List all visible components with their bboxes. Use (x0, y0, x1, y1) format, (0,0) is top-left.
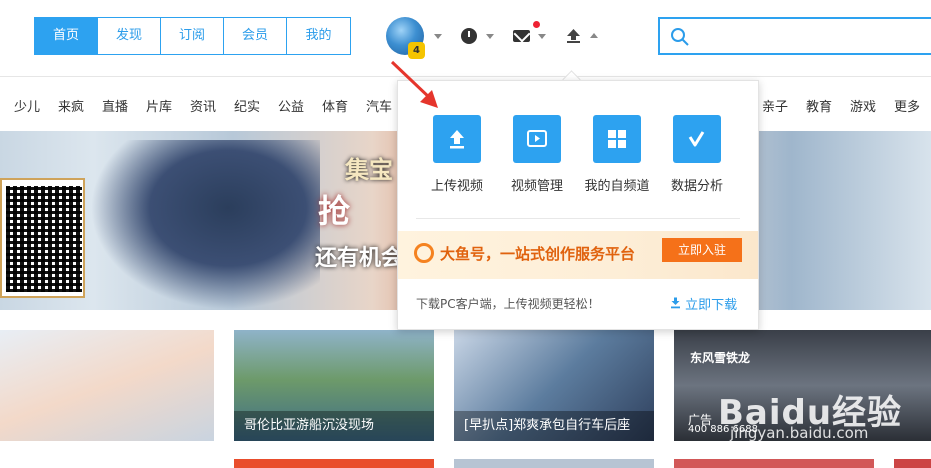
dayuhao-promo[interactable]: 大鱼号，一站式创作服务平台 立即入驻 (398, 231, 758, 279)
video-thumbnail-row2-1[interactable] (234, 459, 434, 468)
qr-code (0, 178, 85, 298)
download-icon (671, 297, 680, 309)
data-analysis-label: 数据分析 (670, 179, 723, 194)
category-kids[interactable]: 少儿 (14, 96, 40, 115)
category-live[interactable]: 直播 (102, 96, 128, 115)
nav-tab-mine[interactable]: 我的 (287, 18, 350, 54)
annotation-arrow-icon (390, 60, 438, 108)
video-thumbnail-3[interactable]: [早扒点]郑爽承包自行车后座 (454, 330, 654, 441)
video-manage-icon (513, 115, 561, 163)
notification-dot-icon (533, 21, 540, 28)
category-documentary[interactable]: 纪实 (234, 96, 260, 115)
video-caption-2[interactable]: 哥伦比亚游船沉没现场 (234, 411, 434, 441)
banner-archer-figure (90, 140, 320, 310)
category-charity[interactable]: 公益 (278, 96, 304, 115)
upload-video-label: 上传视频 (430, 179, 483, 194)
video-thumbnail-row2-2[interactable] (454, 459, 654, 468)
join-now-button[interactable]: 立即入驻 (662, 238, 742, 262)
nav-tab-discover[interactable]: 发现 (98, 18, 161, 54)
promo-text: 大鱼号，一站式创作服务平台 (440, 245, 636, 263)
popup-divider (416, 218, 740, 219)
category-more[interactable]: 更多 (894, 96, 920, 115)
channel-icon (593, 115, 641, 163)
video-caption-3[interactable]: [早扒点]郑爽承包自行车后座 (454, 411, 654, 441)
banner-headline: 抢 (318, 192, 351, 230)
video-thumbnail-row2-3[interactable] (674, 459, 874, 468)
vip-level-badge: 4 (408, 42, 425, 59)
search-box[interactable] (658, 17, 931, 55)
banner-title: 集宝 (345, 156, 393, 184)
video-manage-button[interactable]: 视频管理 (492, 115, 582, 194)
ad-brand-label: 东风雪铁龙 (690, 351, 751, 365)
message-dropdown-caret-icon[interactable] (538, 34, 546, 39)
analytics-icon (673, 115, 721, 163)
category-education[interactable]: 教育 (806, 96, 832, 115)
banner-subtitle: 还有机会 (315, 246, 404, 271)
upload-dropdown-menu: 上传视频 视频管理 我的自频道 数据分析 大鱼号，一站式创作服务平台 立即入驻 … (397, 80, 759, 330)
main-nav-tabs: 首页 发现 订阅 会员 我的 (34, 17, 351, 55)
avatar-dropdown-caret-icon[interactable] (434, 34, 442, 39)
nav-tab-subscribe[interactable]: 订阅 (161, 18, 224, 54)
category-games[interactable]: 游戏 (850, 96, 876, 115)
download-now-label: 立即下载 (685, 298, 738, 313)
video-thumbnail-row2-4[interactable] (894, 459, 931, 468)
nav-tab-vip[interactable]: 会员 (224, 18, 287, 54)
video-thumbnail-2[interactable]: 哥伦比亚游船沉没现场 (234, 330, 434, 441)
category-sports[interactable]: 体育 (322, 96, 348, 115)
search-icon[interactable] (670, 27, 690, 47)
upload-menu-icon[interactable] (566, 28, 581, 44)
my-channel-button[interactable]: 我的自频道 (572, 115, 662, 194)
data-analysis-button[interactable]: 数据分析 (652, 115, 742, 194)
video-manage-label: 视频管理 (510, 179, 563, 194)
top-bar: 首页 发现 订阅 会员 我的 4 (0, 0, 931, 77)
video-thumbnail-1[interactable] (0, 330, 214, 441)
history-clock-icon[interactable] (461, 28, 477, 44)
dayuhao-logo-icon (414, 243, 434, 263)
history-dropdown-caret-icon[interactable] (486, 34, 494, 39)
search-input[interactable] (698, 25, 922, 49)
category-laifeng[interactable]: 来疯 (58, 96, 84, 115)
category-parenting[interactable]: 亲子 (762, 96, 788, 115)
category-news[interactable]: 资讯 (190, 96, 216, 115)
upload-video-button[interactable]: 上传视频 (412, 115, 502, 194)
download-client-text: 下载PC客户端，上传视频更轻松！ (416, 297, 600, 311)
watermark-url: jingyan.baidu.com (730, 424, 869, 442)
qr-code-pattern (6, 186, 82, 292)
category-library[interactable]: 片库 (146, 96, 172, 115)
message-mail-icon[interactable] (513, 30, 530, 42)
download-now-link[interactable]: 立即下载 (670, 294, 737, 313)
upload-dropdown-caret-icon[interactable] (590, 33, 598, 38)
nav-tab-home[interactable]: 首页 (35, 18, 98, 54)
my-channel-label: 我的自频道 (584, 179, 650, 194)
upload-icon (433, 115, 481, 163)
